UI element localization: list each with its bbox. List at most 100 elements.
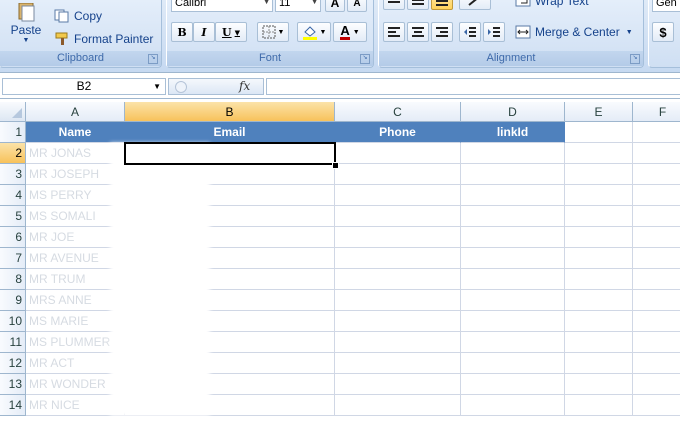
- cell-f10[interactable]: [633, 311, 680, 332]
- cell-f11[interactable]: [633, 332, 680, 353]
- currency-button[interactable]: $: [652, 22, 674, 42]
- cell-e3[interactable]: [565, 164, 633, 185]
- font-launcher-icon[interactable]: ↘: [360, 54, 370, 64]
- cell-f7[interactable]: [633, 248, 680, 269]
- column-header-d[interactable]: D: [461, 102, 565, 122]
- cell-d2[interactable]: [461, 143, 565, 164]
- borders-button[interactable]: ▼: [257, 22, 289, 42]
- font-color-button[interactable]: A ▼: [333, 22, 367, 42]
- cell-b1[interactable]: Email: [125, 122, 335, 143]
- decrease-indent-button[interactable]: [459, 22, 481, 42]
- cell-d3[interactable]: [461, 164, 565, 185]
- cell-f2[interactable]: [633, 143, 680, 164]
- number-format-select[interactable]: Gen: [652, 0, 680, 12]
- row-header-6[interactable]: 6: [0, 227, 26, 248]
- row-header-5[interactable]: 5: [0, 206, 26, 227]
- cell-e5[interactable]: [565, 206, 633, 227]
- row-header-8[interactable]: 8: [0, 269, 26, 290]
- align-bottom-button[interactable]: [431, 0, 453, 10]
- row-header-13[interactable]: 13: [0, 374, 26, 395]
- align-center-button[interactable]: [407, 22, 429, 42]
- cell-c6[interactable]: [335, 227, 461, 248]
- wrap-text-button[interactable]: Wrap Text: [515, 0, 589, 10]
- cell-c12[interactable]: [335, 353, 461, 374]
- cell-d8[interactable]: [461, 269, 565, 290]
- cell-c3[interactable]: [335, 164, 461, 185]
- copy-button[interactable]: Copy: [54, 7, 102, 25]
- select-all-button[interactable]: [0, 102, 26, 122]
- cell-f14[interactable]: [633, 395, 680, 416]
- shrink-font-button[interactable]: A: [347, 0, 367, 12]
- cell-c8[interactable]: [335, 269, 461, 290]
- alignment-launcher-icon[interactable]: ↘: [630, 54, 640, 64]
- cell-d5[interactable]: [461, 206, 565, 227]
- row-header-12[interactable]: 12: [0, 353, 26, 374]
- cell-f6[interactable]: [633, 227, 680, 248]
- cell-f9[interactable]: [633, 290, 680, 311]
- cell-c4[interactable]: [335, 185, 461, 206]
- cell-e4[interactable]: [565, 185, 633, 206]
- cell-f5[interactable]: [633, 206, 680, 227]
- cell-e10[interactable]: [565, 311, 633, 332]
- cell-e6[interactable]: [565, 227, 633, 248]
- cell-e2[interactable]: [565, 143, 633, 164]
- cell-c13[interactable]: [335, 374, 461, 395]
- cell-d10[interactable]: [461, 311, 565, 332]
- row-header-1[interactable]: 1: [0, 122, 26, 143]
- clipboard-launcher-icon[interactable]: ↘: [148, 54, 158, 64]
- align-top-button[interactable]: [383, 0, 405, 10]
- row-header-4[interactable]: 4: [0, 185, 26, 206]
- cell-f4[interactable]: [633, 185, 680, 206]
- cell-e9[interactable]: [565, 290, 633, 311]
- format-painter-button[interactable]: Format Painter: [54, 30, 153, 48]
- cell-f3[interactable]: [633, 164, 680, 185]
- cell-a1[interactable]: Name: [26, 122, 125, 143]
- column-header-f[interactable]: F: [633, 102, 680, 122]
- cell-e11[interactable]: [565, 332, 633, 353]
- cell-e8[interactable]: [565, 269, 633, 290]
- cell-c11[interactable]: [335, 332, 461, 353]
- cell-c2[interactable]: [335, 143, 461, 164]
- column-header-b[interactable]: B: [125, 102, 335, 122]
- increase-indent-button[interactable]: [483, 22, 505, 42]
- cell-d13[interactable]: [461, 374, 565, 395]
- align-left-button[interactable]: [383, 22, 405, 42]
- column-header-a[interactable]: A: [26, 102, 125, 122]
- font-size-select[interactable]: 11 ▼: [275, 0, 321, 12]
- cell-c14[interactable]: [335, 395, 461, 416]
- bold-button[interactable]: B: [171, 22, 193, 42]
- column-header-e[interactable]: E: [565, 102, 633, 122]
- cell-d7[interactable]: [461, 248, 565, 269]
- row-header-10[interactable]: 10: [0, 311, 26, 332]
- italic-button[interactable]: I: [193, 22, 215, 42]
- cell-d4[interactable]: [461, 185, 565, 206]
- grow-font-button[interactable]: A: [325, 0, 345, 12]
- cell-e1[interactable]: [565, 122, 633, 143]
- column-header-c[interactable]: C: [335, 102, 461, 122]
- cell-e12[interactable]: [565, 353, 633, 374]
- name-box-dropdown-icon[interactable]: ▼: [153, 79, 161, 94]
- row-header-3[interactable]: 3: [0, 164, 26, 185]
- fill-handle[interactable]: [332, 162, 339, 169]
- cell-f13[interactable]: [633, 374, 680, 395]
- cell-c7[interactable]: [335, 248, 461, 269]
- cell-d14[interactable]: [461, 395, 565, 416]
- row-header-7[interactable]: 7: [0, 248, 26, 269]
- cell-e14[interactable]: [565, 395, 633, 416]
- cell-d11[interactable]: [461, 332, 565, 353]
- cell-e13[interactable]: [565, 374, 633, 395]
- row-header-2[interactable]: 2: [0, 143, 26, 164]
- cell-f1[interactable]: [633, 122, 680, 143]
- row-header-9[interactable]: 9: [0, 290, 26, 311]
- cell-d12[interactable]: [461, 353, 565, 374]
- paste-button[interactable]: Paste ▼: [6, 0, 46, 46]
- align-middle-button[interactable]: [407, 0, 429, 10]
- merge-center-button[interactable]: Merge & Center ▼: [515, 22, 633, 42]
- cell-f8[interactable]: [633, 269, 680, 290]
- fill-color-button[interactable]: ▼: [297, 22, 331, 42]
- cell-c5[interactable]: [335, 206, 461, 227]
- insert-function-icon[interactable]: fx: [239, 79, 250, 94]
- name-box[interactable]: B2 ▼: [2, 78, 166, 95]
- cell-c1[interactable]: Phone: [335, 122, 461, 143]
- cell-d6[interactable]: [461, 227, 565, 248]
